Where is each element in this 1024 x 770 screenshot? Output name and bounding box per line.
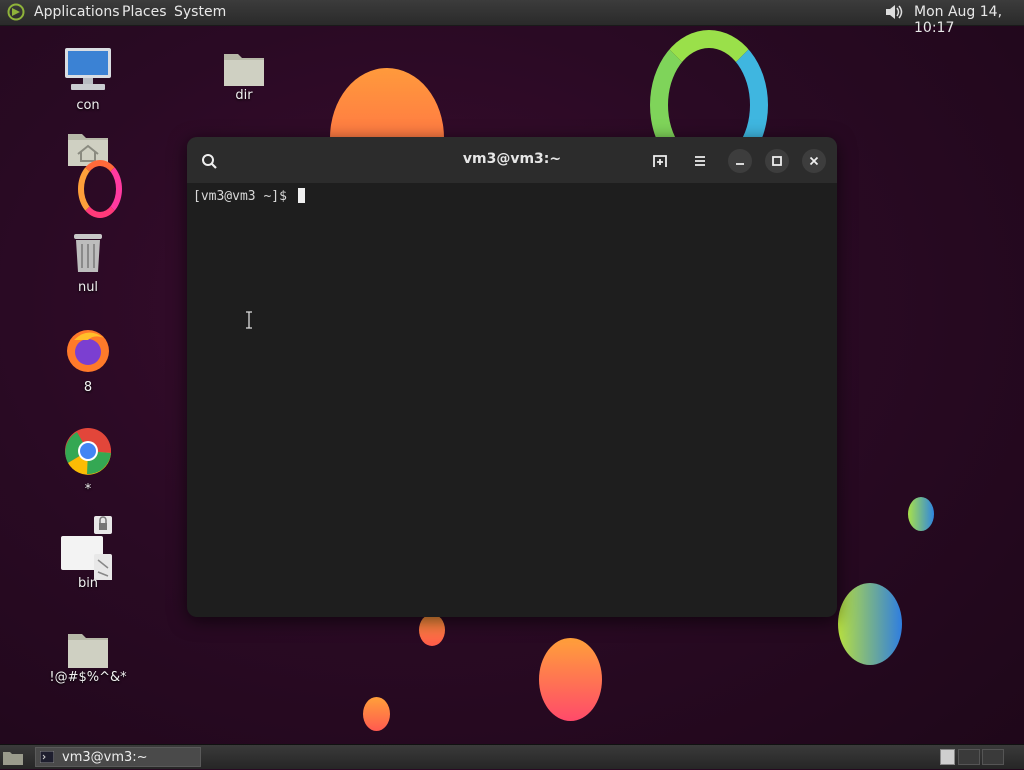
clock[interactable]: Mon Aug 14, 10:17 xyxy=(914,4,1024,36)
taskbar-window-label: vm3@vm3:~ xyxy=(62,750,148,765)
wallpaper-blob xyxy=(838,583,902,665)
menu-icon[interactable] xyxy=(688,149,712,173)
show-desktop-icon[interactable] xyxy=(2,748,24,770)
desktop-icon-label: dir xyxy=(235,88,253,103)
bottom-panel: vm3@vm3:~ xyxy=(0,744,1024,769)
applications-menu[interactable]: Applications xyxy=(34,4,120,20)
text-cursor xyxy=(297,188,305,203)
places-menu[interactable]: Places xyxy=(122,4,167,20)
distro-logo-icon[interactable] xyxy=(6,3,26,21)
desktop-icon-con[interactable]: con xyxy=(43,46,133,113)
wallpaper-ring-small xyxy=(78,160,122,218)
computer-icon xyxy=(63,48,113,96)
desktop-icon-home[interactable] xyxy=(43,128,133,166)
workspace-switcher-3[interactable] xyxy=(982,749,1004,765)
desktop-icon-8[interactable]: 8 xyxy=(43,326,133,395)
folder-icon xyxy=(66,630,110,668)
desktop-icon-label: 8 xyxy=(83,380,93,395)
desktop-icon-label: bin xyxy=(77,576,99,591)
minimize-icon[interactable] xyxy=(728,149,752,173)
volume-icon[interactable] xyxy=(883,3,905,21)
trash-icon xyxy=(68,234,108,278)
desktop-icon-label: !@#$%^&* xyxy=(49,670,127,685)
terminal-output[interactable]: [vm3@vm3 ~]$ xyxy=(187,183,837,617)
wallpaper-blob xyxy=(419,614,445,646)
desktop-icon-nul[interactable]: nul xyxy=(43,230,133,295)
wallpaper-blob xyxy=(539,638,602,721)
wallpaper-blob xyxy=(363,697,390,731)
terminal-window[interactable]: vm3@vm3:~ [vm3@vm3 ~]$ xyxy=(187,137,837,617)
desktop-icon-label: * xyxy=(84,482,92,497)
workspace-switcher[interactable] xyxy=(940,749,955,765)
desktop-icon-star[interactable]: * xyxy=(43,426,133,497)
folder-icon xyxy=(222,48,266,86)
workspace-switcher-2[interactable] xyxy=(958,749,980,765)
desktop-icon-label: con xyxy=(76,98,100,113)
desktop-icon-bin[interactable]: bin xyxy=(43,516,133,591)
desktop-icon-symbols[interactable]: !@#$%^&* xyxy=(43,630,133,685)
maximize-icon[interactable] xyxy=(765,149,789,173)
search-icon[interactable] xyxy=(197,149,221,173)
new-tab-icon[interactable] xyxy=(648,149,672,173)
taskbar-window-button[interactable]: vm3@vm3:~ xyxy=(35,747,201,767)
terminal-headerbar[interactable]: vm3@vm3:~ xyxy=(187,137,837,183)
desktop-icon-label: nul xyxy=(77,280,99,295)
terminal-icon xyxy=(39,750,55,767)
wallpaper-blob xyxy=(908,497,934,531)
i-beam-cursor-icon xyxy=(245,311,253,333)
desktop-icon-dir[interactable]: dir xyxy=(199,48,289,103)
top-panel: Applications Places System Mon Aug 14, 1… xyxy=(0,0,1024,36)
terminal-prompt-line: [vm3@vm3 ~]$ xyxy=(193,188,305,204)
firefox-icon xyxy=(64,330,112,378)
close-icon[interactable] xyxy=(802,149,826,173)
shell-prompt: [vm3@vm3 ~]$ xyxy=(193,189,295,204)
chrome-icon xyxy=(63,428,113,480)
system-menu[interactable]: System xyxy=(174,4,226,20)
